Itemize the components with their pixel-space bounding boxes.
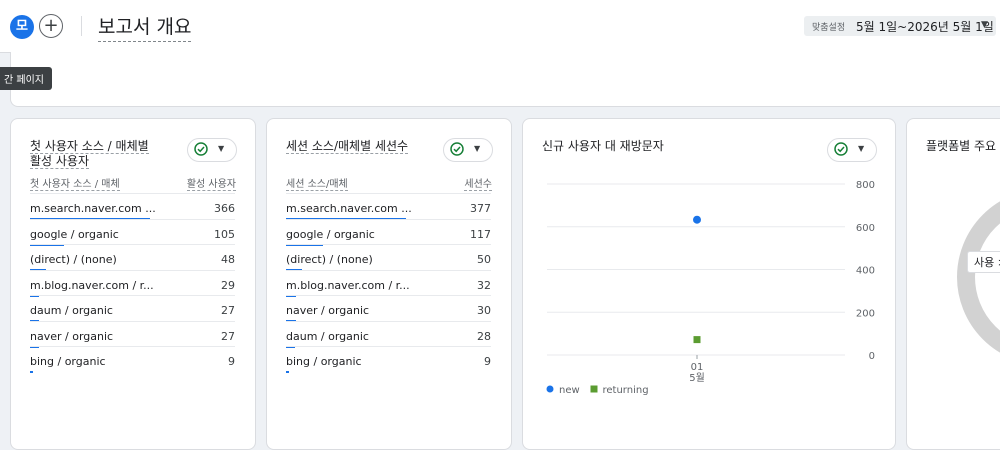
y-tick-label: 600: [856, 223, 875, 234]
card-title-line: 첫 사용자 소스 / 매체별: [30, 139, 149, 154]
row-value: 48: [221, 253, 235, 266]
column-header-metric[interactable]: 세션수: [464, 175, 492, 191]
table-row[interactable]: m.blog.naver.com / r... 32: [286, 269, 491, 297]
table-row[interactable]: google / organic 117: [286, 218, 491, 246]
add-button[interactable]: +: [39, 14, 63, 38]
check-circle-icon: [450, 142, 464, 156]
row-share-bar: [30, 371, 33, 373]
row-value: 9: [228, 355, 235, 368]
data-point-new: [693, 215, 701, 224]
legend-marker: [546, 385, 554, 393]
card-first-user-source: 첫 사용자 소스 / 매체별 활성 사용자 ▼ 첫 사용자 소스 / 매체 활성…: [10, 118, 256, 450]
card-title-line: 활성 사용자: [30, 154, 90, 169]
table-row[interactable]: m.blog.naver.com / r... 29: [30, 269, 235, 297]
row-label: daum / organic: [30, 304, 113, 317]
table-row[interactable]: daum / organic 28: [286, 320, 491, 348]
table-row[interactable]: (direct) / (none) 50: [286, 244, 491, 271]
row-label: m.search.naver.com ...: [286, 202, 412, 215]
summary-strip: [10, 52, 1000, 107]
card-title-line: 세션 소스/매체별 세션수: [286, 139, 409, 154]
date-range-value: 5월 1일~2026년 5월 1일: [856, 20, 994, 34]
row-label: m.search.naver.com ...: [30, 202, 156, 215]
row-share-bar: [286, 371, 289, 373]
x-tick-label: 5월: [689, 372, 705, 384]
row-label: (direct) / (none): [30, 253, 117, 266]
row-label: google / organic: [286, 227, 375, 241]
row-value: 50: [477, 253, 491, 266]
row-label: google / organic: [30, 227, 119, 241]
table-row[interactable]: daum / organic 27: [30, 295, 235, 322]
legend-label: new: [559, 385, 580, 396]
donut-center-label: 사용 >: [967, 251, 1000, 273]
top-bar: 모 + 보고서 개요 맞춤설정 5월 1일~2026년 5월 1일 ▼: [0, 0, 1000, 53]
table-row[interactable]: m.search.naver.com ... 366: [30, 193, 235, 220]
table-row[interactable]: naver / organic 30: [286, 295, 491, 322]
compare-menu-button[interactable]: ▼: [187, 138, 237, 162]
legend-label: returning: [603, 385, 649, 396]
dropdown-arrow-icon: ▼: [474, 144, 481, 153]
row-value: 28: [477, 329, 491, 343]
row-value: 377: [470, 202, 491, 215]
row-label: (direct) / (none): [286, 253, 373, 266]
check-circle-icon: [194, 142, 208, 156]
row-value: 27: [221, 304, 235, 317]
card-session-source: 세션 소스/매체별 세션수 ▼ 세션 소스/매체 세션수 m.search.na…: [266, 118, 512, 450]
table-row[interactable]: bing / organic 9: [30, 346, 235, 373]
table-row[interactable]: m.search.naver.com ... 377: [286, 193, 491, 220]
y-tick-label: 400: [856, 266, 875, 277]
table-row[interactable]: naver / organic 27: [30, 320, 235, 348]
table-row[interactable]: (direct) / (none) 48: [30, 244, 235, 271]
legend-marker: [590, 385, 598, 393]
card-new-vs-returning: 신규 사용자 대 재방문자 ▼ 0 200 400 600 800 01 5월 new retu…: [522, 118, 896, 450]
row-value: 105: [214, 227, 235, 241]
row-value: 117: [470, 227, 491, 241]
page-title[interactable]: 보고서 개요: [98, 12, 192, 42]
table-row[interactable]: bing / organic 9: [286, 346, 491, 373]
column-header-dimension[interactable]: 세션 소스/매체: [286, 175, 348, 191]
row-value: 9: [484, 355, 491, 368]
row-label: daum / organic: [286, 329, 369, 343]
compare-menu-button[interactable]: ▼: [443, 138, 493, 162]
divider: [81, 16, 82, 36]
card-title: 첫 사용자 소스 / 매체별 활성 사용자: [30, 139, 149, 169]
row-label: m.blog.naver.com / r...: [286, 278, 410, 292]
y-tick-label: 200: [856, 308, 875, 319]
caret-down-icon: ▼: [981, 20, 988, 30]
y-tick-label: 0: [869, 351, 875, 362]
row-value: 29: [221, 278, 235, 292]
row-label: m.blog.naver.com / r...: [30, 278, 154, 292]
x-tick-label: 01: [691, 362, 704, 373]
tooltip: 간 페이지: [0, 67, 52, 90]
row-label: bing / organic: [286, 355, 362, 368]
donut-chart: [957, 189, 1000, 365]
row-value: 366: [214, 202, 235, 215]
date-range-picker[interactable]: 맞춤설정 5월 1일~2026년 5월 1일 ▼: [804, 16, 996, 36]
card-title: 세션 소스/매체별 세션수: [286, 139, 409, 154]
date-range-prefix: 맞춤설정: [812, 23, 846, 33]
dropdown-arrow-icon: ▼: [218, 144, 225, 153]
data-point-returning: [693, 336, 701, 344]
table-row[interactable]: google / organic 105: [30, 218, 235, 246]
avatar[interactable]: 모: [10, 15, 34, 39]
row-label: bing / organic: [30, 355, 106, 368]
new-vs-returning-chart: 0 200 400 600 800 015월 new returning: [546, 180, 875, 396]
row-label: naver / organic: [30, 329, 114, 343]
card-platform: 플랫폼별 주요 이 사용 >: [906, 118, 1000, 450]
row-value: 27: [221, 329, 235, 343]
row-value: 30: [477, 304, 491, 317]
card-title: 플랫폼별 주요 이: [926, 139, 1000, 153]
row-label: naver / organic: [286, 304, 370, 317]
column-header-dimension[interactable]: 첫 사용자 소스 / 매체: [30, 175, 120, 191]
column-header-metric[interactable]: 활성 사용자: [186, 175, 236, 191]
row-value: 32: [477, 278, 491, 292]
y-tick-label: 800: [856, 180, 875, 191]
